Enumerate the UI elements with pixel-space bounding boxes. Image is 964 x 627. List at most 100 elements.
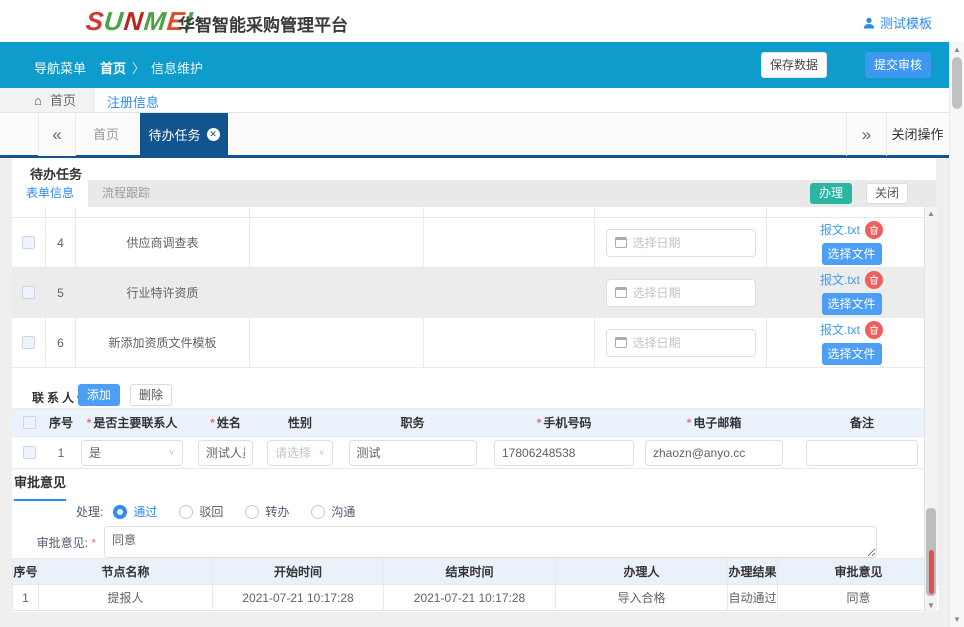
radio-transfer[interactable] [245,505,259,519]
scroll-up-icon[interactable]: ▲ [925,209,937,218]
choose-file-button[interactable]: 选择文件 [822,293,882,315]
radio-communicate-label[interactable]: 沟通 [331,503,355,520]
file-template-name: 新添加资质文件模板 [76,318,250,367]
radio-reject-label[interactable]: 驳回 [199,503,223,520]
delete-file-icon[interactable] [865,271,883,289]
uploaded-file-link[interactable]: 报文.txt [820,271,860,288]
col-header: 序号 [46,409,76,436]
radio-communicate[interactable] [311,505,325,519]
tab-close-icon[interactable]: ✕ [207,128,220,141]
opinion-textarea[interactable]: 同意 [104,526,877,558]
user-name: 测试模板 [880,13,932,32]
primary-navbar: 导航菜单 首页〉信息维护 保存数据 提交审核 [0,42,949,88]
scroll-up-icon[interactable]: ▲ [950,45,964,54]
file-template-name: 供应商调查表 [76,218,250,267]
top-header: SUNMEI 华智智能采购管理平台 测试模板 [0,0,964,42]
col-header: 职务 [337,409,488,436]
tab-form-info[interactable]: 表单信息 [12,180,88,207]
save-data-button[interactable]: 保存数据 [761,52,827,78]
delete-file-icon[interactable] [865,221,883,239]
uploaded-file-link[interactable]: 报文.txt [820,321,860,338]
add-contact-button[interactable]: 添加 [78,384,120,406]
main-content: 待办任务 表单信息 流程跟踪 办理 关闭 4 供应商调查表 选择日期 [0,158,964,627]
radio-transfer-label[interactable]: 转办 [265,503,289,520]
nav-menu-toggle[interactable]: 导航菜单 [34,58,86,77]
remark-input[interactable] [806,440,918,466]
choose-file-button[interactable]: 选择文件 [822,243,882,265]
app-title: 华智智能采购管理平台 [178,11,348,36]
tab-home[interactable]: 首页 [76,113,136,156]
delete-file-icon[interactable] [865,321,883,339]
table-row-clipped [12,207,936,218]
submit-review-button[interactable]: 提交审核 [865,52,931,78]
window-tabbar: « 首页 待办任务 ✕ » 关闭操作▼ [0,112,964,158]
close-button[interactable]: 关闭 [866,183,908,204]
tab-flow-track[interactable]: 流程跟踪 [88,180,164,207]
contact-name-input[interactable] [198,440,253,466]
choose-file-button[interactable]: 选择文件 [822,343,882,365]
primary-contact-select[interactable]: 是∨ [81,440,183,466]
col-header: *是否主要联系人 [76,409,188,436]
date-picker-input[interactable]: 选择日期 [606,329,756,357]
row-checkbox[interactable] [22,236,35,249]
tabs-scroll-right-icon[interactable]: » [846,113,886,156]
page-scrollbar[interactable]: ▲ ▼ [949,42,964,627]
col-header: 备注 [788,409,936,436]
row-checkbox[interactable] [22,286,35,299]
select-all-checkbox[interactable] [23,416,36,429]
table-row: 6 新添加资质文件模板 选择日期 报文.txt 选择文件 [12,318,936,368]
calendar-icon [615,337,627,348]
calendar-icon [615,287,627,298]
page-scrollbar-thumb[interactable] [952,57,962,109]
form-actions: 办理 关闭 [810,183,908,204]
calendar-icon [615,237,627,248]
scroll-down-icon[interactable]: ▼ [950,615,964,624]
home-icon: ⌂ [34,93,42,108]
approval-process-row: 处理: 通过 驳回 转办 沟通 [76,503,355,520]
handle-button[interactable]: 办理 [810,183,852,204]
delete-contact-button[interactable]: 删除 [130,384,172,406]
contacts-header-row: 序号 *是否主要联系人 *姓名 性别 职务 *手机号码 *电子邮箱 备注 [12,409,936,437]
contacts-section-header: 联系人信息 添加 删除 [12,384,936,408]
table-row: 4 供应商调查表 选择日期 报文.txt 选择文件 [12,218,936,268]
position-input[interactable] [349,440,477,466]
user-icon [863,17,875,29]
scroll-down-icon[interactable]: ▼ [925,601,937,610]
history-row: 1 提报人 2021-07-21 10:17:28 2021-07-21 10:… [13,585,939,611]
row-seq: 5 [46,268,76,317]
row-seq: 4 [46,218,76,267]
approval-section-title: 审批意见 [14,472,66,501]
phone-input[interactable] [494,440,634,466]
contact-seq: 1 [46,437,76,468]
radio-reject[interactable] [179,505,193,519]
user-menu[interactable]: 测试模板 [863,13,932,32]
approval-opinion-row: 审批意见: * 同意 [14,526,877,558]
col-header: 性别 [263,409,337,436]
radio-approve-label[interactable]: 通过 [133,503,157,520]
form-tabs-strip: 表单信息 流程跟踪 办理 关闭 [12,180,936,207]
approval-history-table: 序号 节点名称 开始时间 结束时间 办理人 办理结果 审批意见 1 提报人 20… [12,558,940,611]
table-row: 5 行业特许资质 选择日期 报文.txt 选择文件 [12,268,936,318]
inner-scrollbar[interactable]: ▲ ▼ [924,207,937,612]
scroll-accent-bar [929,550,934,594]
breadcrumb-current: 信息维护 [151,61,203,76]
email-input[interactable] [645,440,783,466]
close-operations-dropdown[interactable]: 关闭操作▼ [886,113,948,156]
date-picker-input[interactable]: 选择日期 [606,229,756,257]
row-checkbox[interactable] [22,336,35,349]
row-checkbox[interactable] [23,446,36,459]
tab-todo-active[interactable]: 待办任务 ✕ [140,113,228,156]
tabs-scroll-left-icon[interactable]: « [38,113,76,156]
gender-select[interactable]: 请选择∨ [267,440,333,466]
uploaded-file-link[interactable]: 报文.txt [820,221,860,238]
inner-scrollbar-thumb[interactable] [926,508,936,596]
sidebar-item-home[interactable]: ⌂首页 [0,88,95,112]
file-template-name: 行业特许资质 [76,268,250,317]
breadcrumb: 首页〉信息维护 [100,58,203,77]
chevron-down-icon: ∨ [318,448,325,457]
register-info-link[interactable]: 注册信息 [107,92,159,111]
date-picker-input[interactable]: 选择日期 [606,279,756,307]
contact-row: 1 是∨ 请选择∨ [12,437,936,469]
breadcrumb-home[interactable]: 首页 [100,61,126,76]
radio-approve[interactable] [113,505,127,519]
